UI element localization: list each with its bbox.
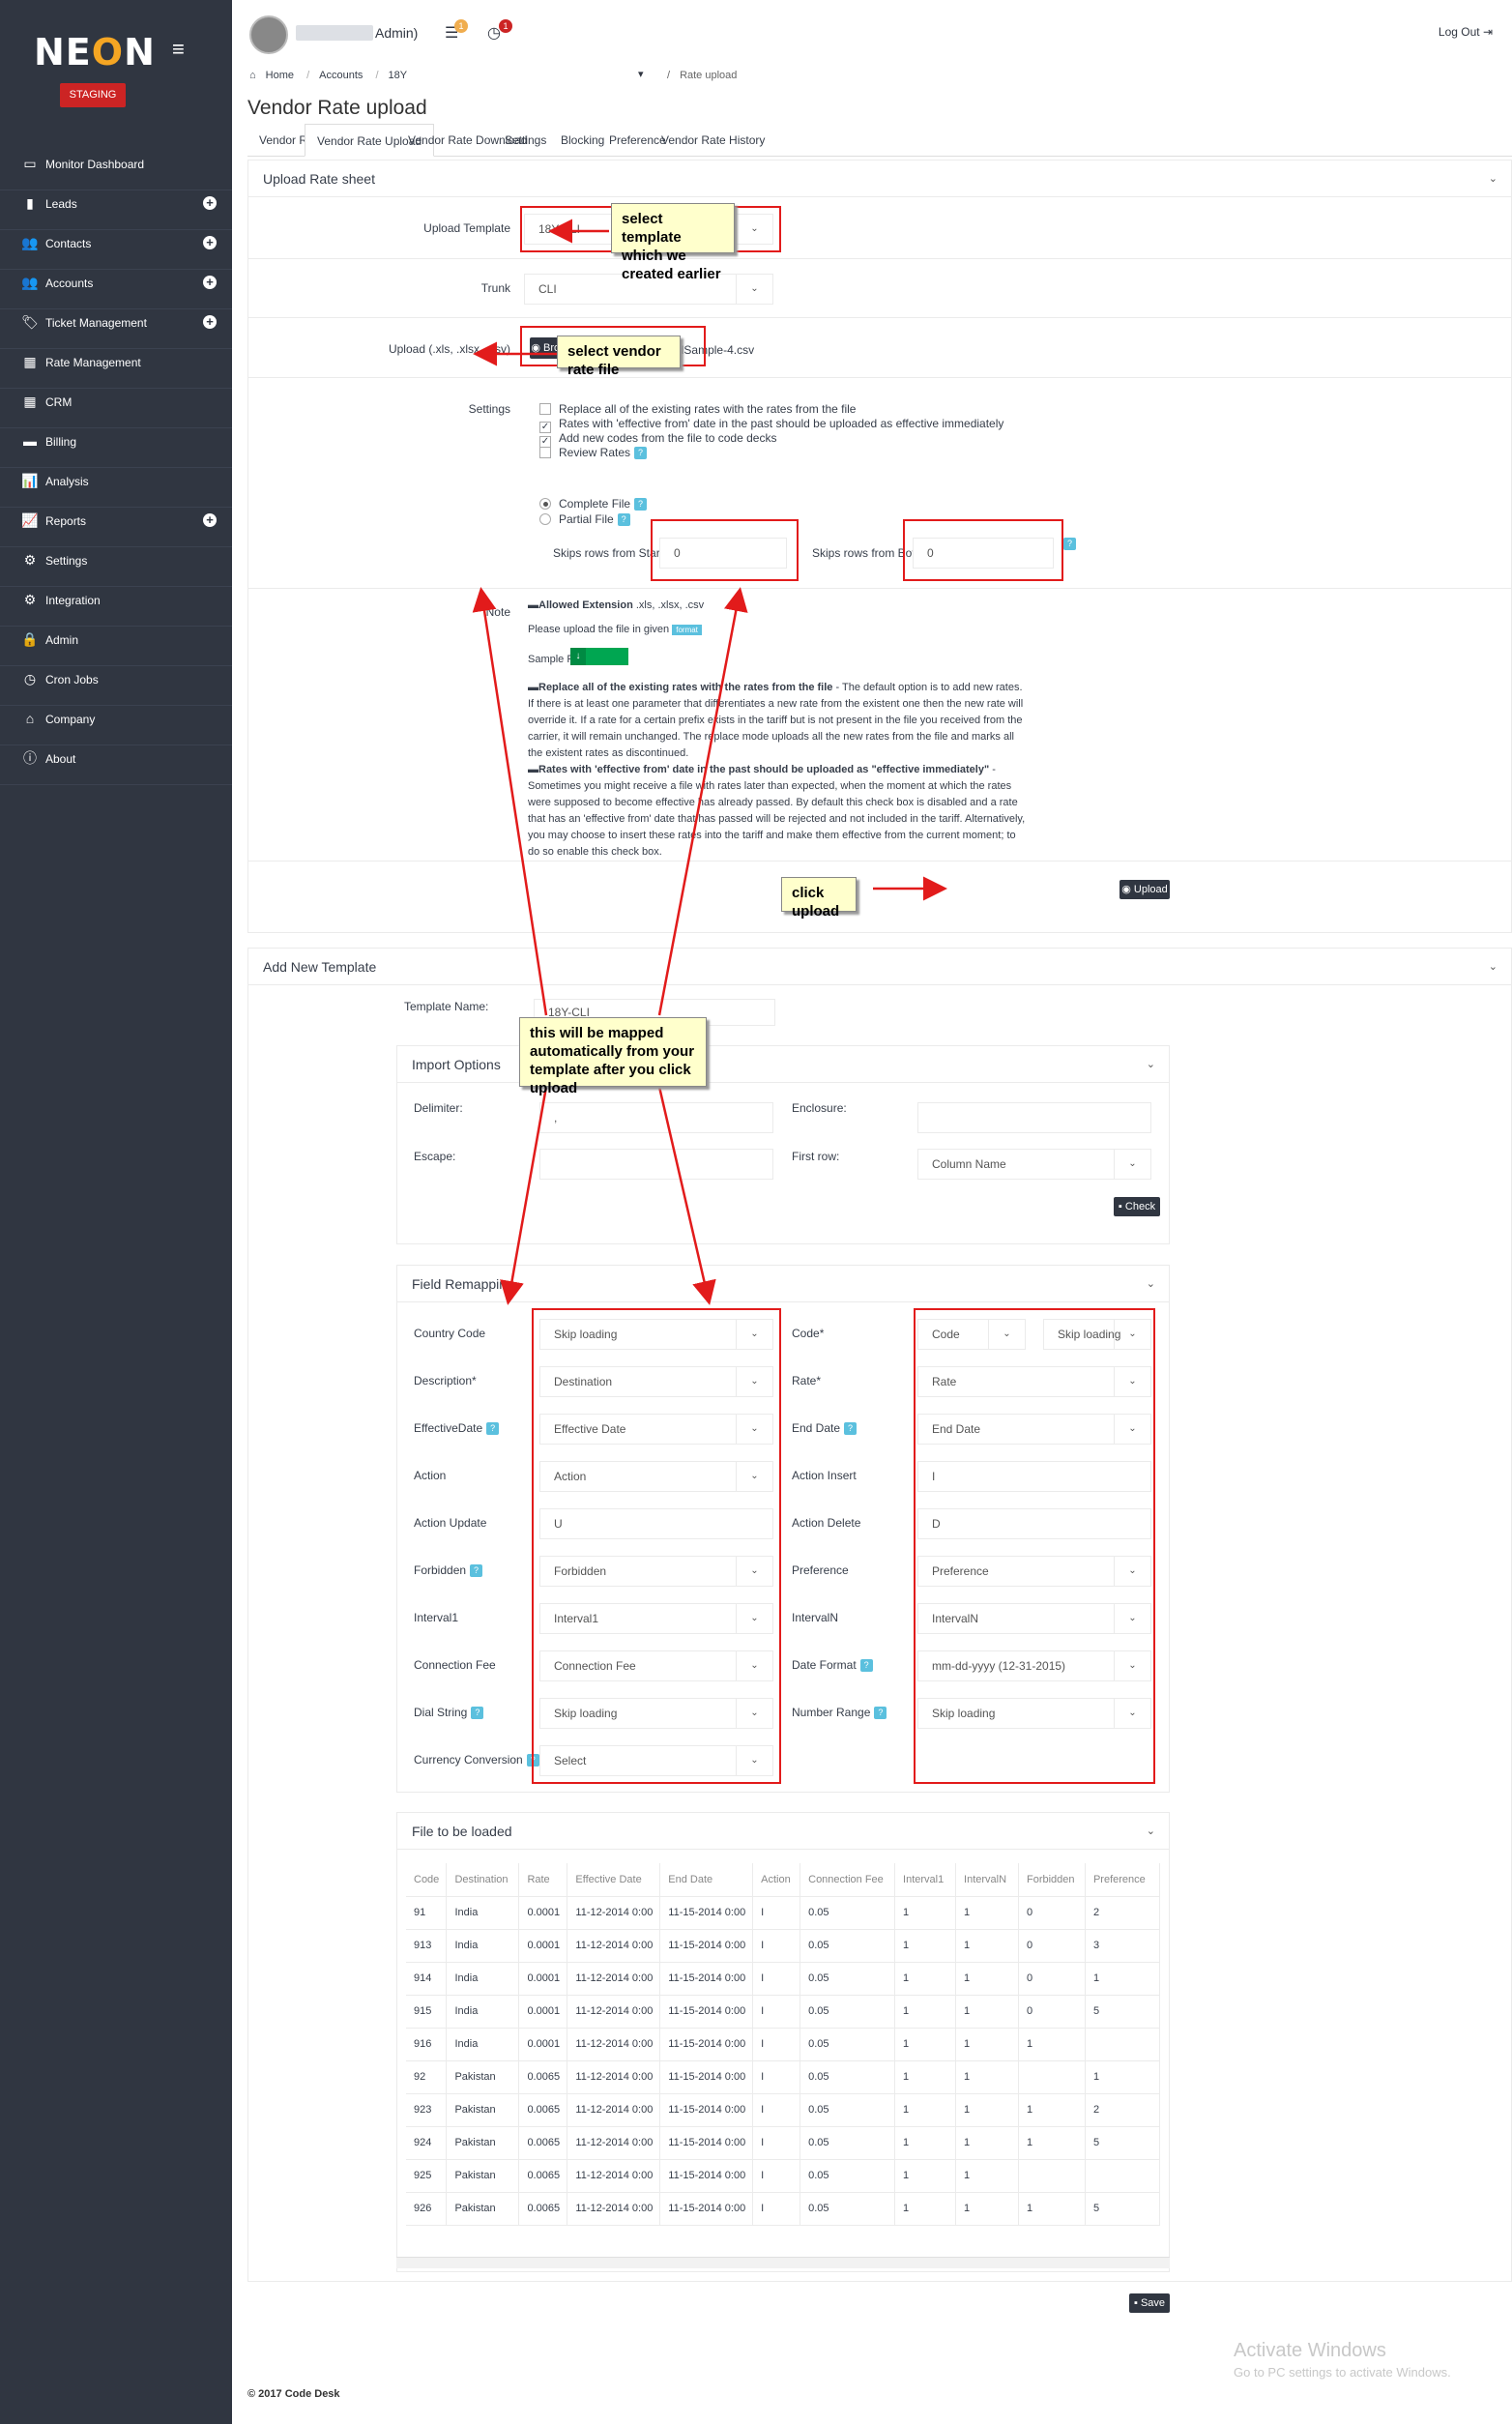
credit-card-icon: ▬ [23, 433, 37, 449]
sidebar-item-rate-management[interactable]: ▦ Rate Management [0, 349, 232, 389]
staging-badge: STAGING [60, 83, 126, 107]
sidebar-item-label: Settings [45, 554, 88, 568]
annotation-arrows [472, 219, 947, 1305]
monitor-icon: ▭ [23, 156, 37, 171]
plug-icon: ⚙ [23, 592, 37, 607]
grid-icon: ▦ [23, 394, 37, 409]
mapping-callout: this will be mapped automatically from y… [519, 1017, 707, 1096]
footer-copyright: © 2017 Code Desk [247, 2388, 340, 2400]
ticket-icon: 🏷 [21, 314, 39, 330]
sidebar-item-label: Analysis [45, 475, 89, 488]
sidebar-item-label: Leads [45, 197, 77, 211]
sidebar-item-label: About [45, 752, 76, 766]
users-icon: 👥 [21, 235, 39, 250]
windows-watermark-title: Activate Windows [1234, 2340, 1386, 2361]
upload-callout: click upload [781, 877, 857, 920]
file-callout: select vendor rate file [557, 336, 681, 378]
expand-plus-icon[interactable]: + [203, 513, 217, 527]
sidebar-item-label: Accounts [45, 277, 94, 290]
sidebar-item-crm[interactable]: ▦ CRM [0, 389, 232, 428]
sidebar-item-label: Admin [45, 633, 79, 647]
sidebar-item-monitor-dashboard[interactable]: ▭ Monitor Dashboard [0, 151, 232, 190]
table-icon: ▦ [23, 354, 37, 369]
sidebar-item-analysis[interactable]: 📊 Analysis [0, 468, 232, 508]
sidebar-item-label: Reports [45, 514, 87, 528]
main-content: Admin) ☰ 1 ◷ 1 Log Out ⇥ ⌂ Home / Accounts… [232, 0, 1512, 2424]
expand-plus-icon[interactable]: + [203, 196, 217, 210]
sidebar-item-company[interactable]: ⌂ Company [0, 706, 232, 745]
sidebar-item-accounts[interactable]: 👥 Accounts + [0, 270, 232, 309]
sidebar-item-label: Monitor Dashboard [45, 158, 145, 171]
sidebar-item-admin[interactable]: 🔒 Admin [0, 627, 232, 666]
sidebar-item-leads[interactable]: ▮ Leads + [0, 190, 232, 230]
sidebar: NEON ≡ STAGING ▭ Monitor Dashboard ▮ Leads +… [0, 0, 232, 2424]
group-icon: 👥 [21, 275, 39, 290]
clock-icon: ◷ [23, 671, 37, 686]
windows-watermark-subtitle: Go to PC settings to activate Windows. [1234, 2365, 1451, 2380]
bar-chart-icon: 📊 [21, 473, 39, 488]
sidebar-item-label: Contacts [45, 237, 92, 250]
sidebar-item-integration[interactable]: ⚙ Integration [0, 587, 232, 627]
sidebar-item-settings[interactable]: ⚙ Settings [0, 547, 232, 587]
cogs-icon: ⚙ [23, 552, 37, 568]
sidebar-item-label: Cron Jobs [45, 673, 99, 686]
sidebar-item-about[interactable]: ⓘ About [0, 745, 232, 785]
sidebar-item-label: Billing [45, 435, 77, 449]
sidebar-item-ticket-management[interactable]: 🏷 Ticket Management + [0, 309, 232, 349]
sidebar-item-label: Ticket Management [45, 316, 147, 330]
expand-plus-icon[interactable]: + [203, 236, 217, 249]
sidebar-item-label: Company [45, 713, 96, 726]
sidebar-item-billing[interactable]: ▬ Billing [0, 428, 232, 468]
expand-plus-icon[interactable]: + [203, 315, 217, 329]
sidebar-item-contacts[interactable]: 👥 Contacts + [0, 230, 232, 270]
sidebar-menu: ▭ Monitor Dashboard ▮ Leads + 👥 Contacts + 👥 Acco… [0, 151, 232, 785]
hamburger-menu-icon[interactable]: ≡ [172, 37, 185, 62]
info-icon: ⓘ [23, 750, 37, 766]
line-chart-icon: 📈 [21, 512, 39, 528]
book-icon: ▮ [26, 195, 34, 211]
expand-plus-icon[interactable]: + [203, 276, 217, 289]
sidebar-item-reports[interactable]: 📈 Reports + [0, 508, 232, 547]
home-icon: ⌂ [25, 711, 35, 726]
sidebar-item-label: Rate Management [45, 356, 141, 369]
sidebar-item-cron-jobs[interactable]: ◷ Cron Jobs [0, 666, 232, 706]
sidebar-item-label: Integration [45, 594, 101, 607]
sidebar-item-label: CRM [45, 395, 73, 409]
lock-icon: 🔒 [21, 631, 39, 647]
template-callout: select template which we created earlier [611, 203, 735, 282]
neon-logo[interactable]: NEON [34, 31, 156, 73]
